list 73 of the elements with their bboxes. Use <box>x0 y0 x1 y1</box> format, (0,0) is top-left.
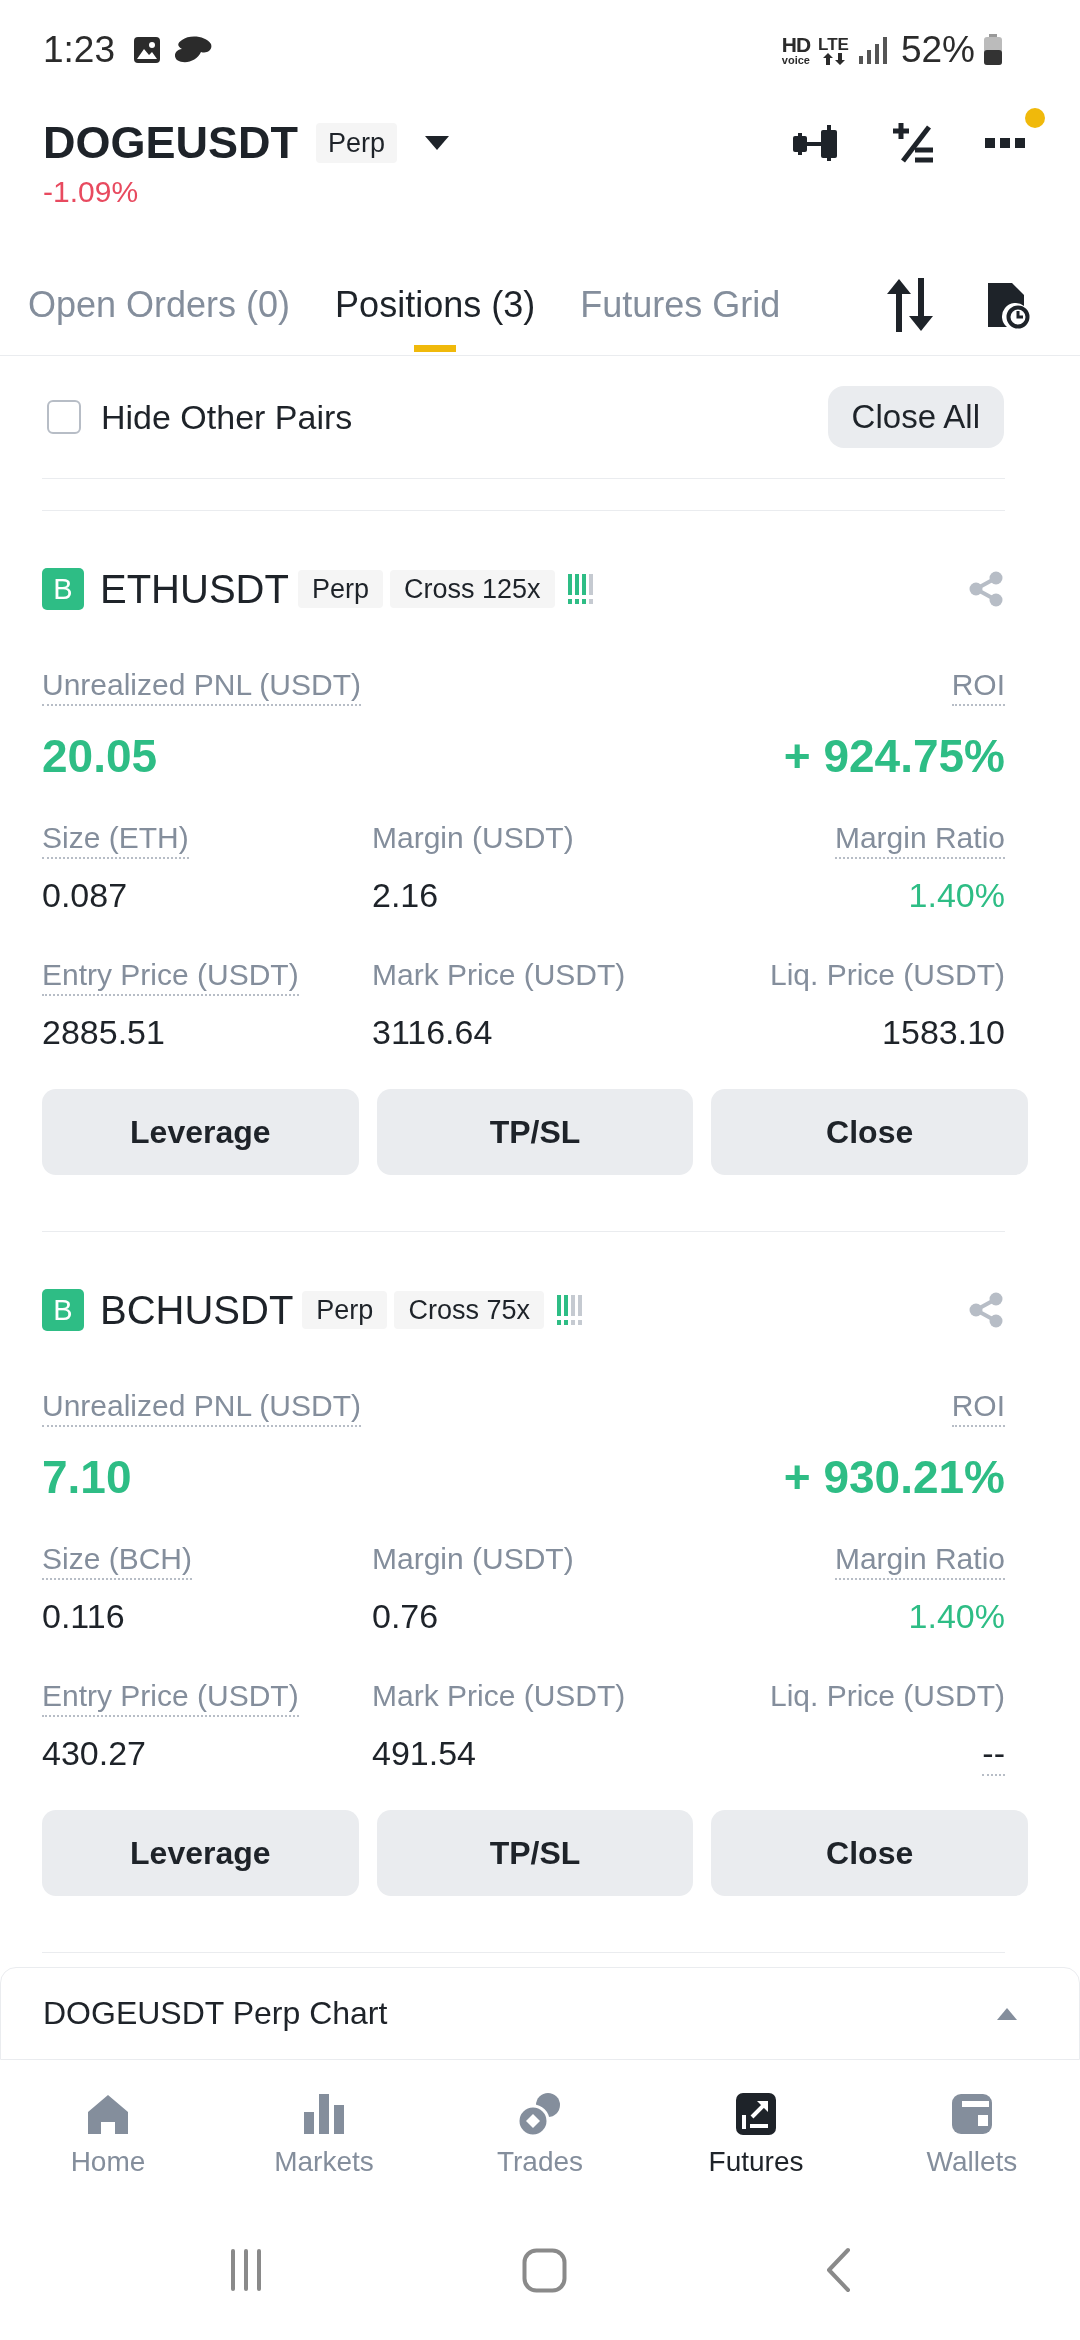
sort-icon[interactable] <box>887 278 933 332</box>
position-tag: Perp <box>302 1291 388 1329</box>
pnl-value: 20.05 <box>42 729 158 783</box>
gallery-icon <box>133 36 161 64</box>
close-all-button[interactable]: Close All <box>827 386 1004 448</box>
action-button[interactable]: Close <box>711 1810 1028 1896</box>
action-button[interactable]: Leverage <box>42 1089 359 1175</box>
position-tag: Cross 125x <box>389 570 555 608</box>
field-value: 2885.51 <box>42 1012 165 1053</box>
field-value: 0.087 <box>42 875 128 916</box>
field-value: 491.54 <box>372 1733 476 1774</box>
field-value: 3116.64 <box>372 1012 493 1053</box>
status-time: 1:23 <box>43 29 115 71</box>
field-value: -- <box>982 1732 1005 1776</box>
checkbox[interactable] <box>47 400 81 434</box>
battery-text: 52% <box>900 29 975 71</box>
field-label: Entry Price (USDT) <box>42 956 299 996</box>
back-icon[interactable] <box>825 2247 851 2293</box>
field-value: 0.76 <box>372 1596 439 1637</box>
position-tag: Perp <box>297 570 383 608</box>
signal-icon <box>856 36 887 64</box>
filter-label[interactable]: Hide Other Pairs <box>101 397 353 437</box>
field-value: 0.116 <box>42 1596 125 1637</box>
roi-value: + 930.21% <box>783 1450 1005 1504</box>
action-button[interactable]: TP/SL <box>376 1089 694 1175</box>
field-label: Liq. Price (USDT) <box>769 957 1005 993</box>
caret-down-icon[interactable] <box>425 136 450 150</box>
field-label: Margin (USDT) <box>372 820 574 856</box>
action-button[interactable]: TP/SL <box>376 1810 694 1896</box>
pnl-label: Unrealized PNL (USDT) <box>42 666 361 706</box>
field-label: Size (BCH) <box>42 1540 192 1580</box>
up-down-arrows-icon <box>821 52 846 65</box>
network-label: LTE <box>818 35 849 53</box>
chart-toggle[interactable]: DOGEUSDT Perp Chart <box>0 1967 1080 2060</box>
contract-tag: Perp <box>316 123 398 163</box>
roi-value: + 924.75% <box>783 729 1005 783</box>
field-label: Mark Price (USDT) <box>372 1678 626 1714</box>
field-label: Entry Price (USDT) <box>42 1677 299 1717</box>
side-badge: B <box>42 1289 84 1331</box>
pnl-value: 7.10 <box>42 1450 132 1504</box>
field-label: Margin Ratio <box>834 1540 1005 1580</box>
field-label: Margin Ratio <box>834 819 1005 859</box>
field-label: Liq. Price (USDT) <box>769 1678 1005 1714</box>
position-symbol: BCHUSDT <box>100 1287 294 1333</box>
price-change: -1.09% <box>43 174 139 210</box>
voice-label: voice <box>781 55 810 66</box>
tab[interactable]: Positions (3) <box>335 255 536 355</box>
pair-title[interactable]: DOGEUSDT <box>43 118 298 168</box>
field-value: 1.40% <box>908 1596 1005 1637</box>
field-value: 1583.10 <box>882 1012 1005 1053</box>
file-clock-icon[interactable] <box>986 281 1030 329</box>
side-badge: B <box>42 568 84 610</box>
recents-icon[interactable] <box>229 2248 263 2292</box>
home-button-icon[interactable] <box>521 2247 567 2293</box>
position-symbol: ETHUSDT <box>100 566 289 612</box>
pnl-label: Unrealized PNL (USDT) <box>42 1387 361 1427</box>
position-tag: Cross 75x <box>394 1291 544 1329</box>
nav-tab[interactable]: Futures <box>648 2060 864 2200</box>
action-button[interactable]: Close <box>711 1089 1028 1175</box>
field-value: 430.27 <box>42 1733 146 1774</box>
plus-minus-icon[interactable] <box>891 121 935 165</box>
action-button[interactable]: Leverage <box>42 1810 359 1896</box>
battery-icon <box>983 34 1003 66</box>
field-label: Size (ETH) <box>42 819 189 859</box>
swoosh-icon <box>173 35 213 65</box>
more-icon[interactable] <box>985 138 1025 148</box>
hd-label: HD <box>781 34 811 55</box>
field-label: Margin (USDT) <box>372 1541 574 1577</box>
field-label: Mark Price (USDT) <box>372 957 626 993</box>
roi-label: ROI <box>951 666 1005 706</box>
roi-label: ROI <box>951 1387 1005 1427</box>
field-value: 1.40% <box>908 875 1005 916</box>
field-value: 2.16 <box>372 875 439 916</box>
